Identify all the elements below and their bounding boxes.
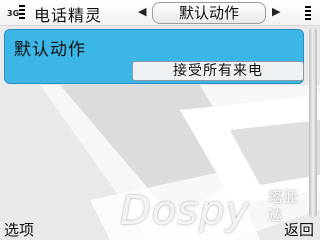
watermark-cn-bottom: 达 [268, 206, 284, 224]
app-title: 电话精灵 [34, 6, 103, 25]
tab-default-action[interactable]: 默认动作 [152, 2, 266, 24]
prev-tab-arrow-icon[interactable]: ◀ [138, 5, 146, 18]
watermark-text: Dospy [120, 188, 251, 234]
scrollbar[interactable] [309, 28, 317, 217]
next-tab-arrow-icon[interactable]: ▶ [272, 5, 280, 18]
setting-default-action[interactable]: 默认动作 接受所有来电 [4, 29, 304, 84]
setting-value[interactable]: 接受所有来电 [132, 61, 304, 81]
title-bar: 3G 电话精灵 ◀ 默认动作 ▶ [0, 0, 320, 26]
back-softkey[interactable]: 返回 [284, 219, 314, 240]
network-indicator: 3G [7, 9, 20, 18]
battery-icon [305, 6, 311, 20]
setting-label: 默认动作 [14, 40, 86, 60]
options-softkey[interactable]: 选项 [4, 219, 34, 240]
scrollbar-thumb[interactable] [309, 28, 317, 217]
signal-strength-icon [19, 5, 25, 20]
